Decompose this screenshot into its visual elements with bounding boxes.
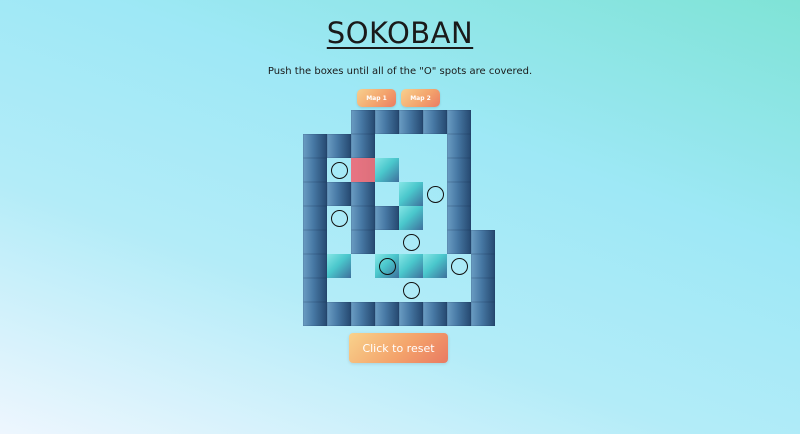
player-tile xyxy=(351,158,375,182)
wall-tile xyxy=(447,134,471,158)
wall-tile xyxy=(423,110,447,134)
wall-tile xyxy=(471,230,495,254)
wall-tile xyxy=(351,134,375,158)
wall-tile xyxy=(303,182,327,206)
wall-tile xyxy=(303,206,327,230)
reset-button[interactable]: Click to reset xyxy=(349,333,448,363)
box-tile xyxy=(399,182,423,206)
box-on-goal-tile xyxy=(375,254,399,278)
wall-tile xyxy=(399,110,423,134)
goal-circle-icon xyxy=(399,230,423,254)
wall-tile xyxy=(351,302,375,326)
wall-tile xyxy=(303,230,327,254)
box-tile xyxy=(327,254,351,278)
wall-tile xyxy=(447,158,471,182)
wall-tile xyxy=(303,302,327,326)
wall-tile xyxy=(303,254,327,278)
instructions-text: Push the boxes until all of the "O" spot… xyxy=(267,66,533,77)
box-tile xyxy=(399,254,423,278)
wall-tile xyxy=(327,302,351,326)
box-tile xyxy=(423,254,447,278)
wall-tile xyxy=(447,206,471,230)
wall-tile xyxy=(375,110,399,134)
wall-tile xyxy=(327,134,351,158)
goal-circle-icon xyxy=(423,182,447,206)
wall-tile xyxy=(471,278,495,302)
wall-tile xyxy=(375,302,399,326)
box-tile xyxy=(375,158,399,182)
wall-tile xyxy=(399,302,423,326)
wall-tile xyxy=(303,158,327,182)
wall-tile xyxy=(351,230,375,254)
wall-tile xyxy=(471,254,495,278)
wall-tile xyxy=(327,182,351,206)
goal-circle-icon xyxy=(327,158,351,182)
page-title: SOKOBAN xyxy=(326,16,474,50)
map-2-button[interactable]: Map 2 xyxy=(401,89,440,107)
box-tile xyxy=(399,206,423,230)
wall-tile xyxy=(447,110,471,134)
game-board xyxy=(303,110,495,326)
wall-tile xyxy=(303,134,327,158)
wall-tile xyxy=(351,110,375,134)
wall-tile xyxy=(303,278,327,302)
wall-tile xyxy=(447,230,471,254)
wall-tile xyxy=(351,182,375,206)
goal-circle-icon xyxy=(447,254,471,278)
wall-tile xyxy=(351,206,375,230)
wall-tile xyxy=(447,182,471,206)
map-1-button[interactable]: Map 1 xyxy=(357,89,396,107)
goal-circle-icon xyxy=(327,206,351,230)
wall-tile xyxy=(447,302,471,326)
goal-circle-icon xyxy=(399,278,423,302)
wall-tile xyxy=(471,302,495,326)
wall-tile xyxy=(375,206,399,230)
wall-tile xyxy=(423,302,447,326)
